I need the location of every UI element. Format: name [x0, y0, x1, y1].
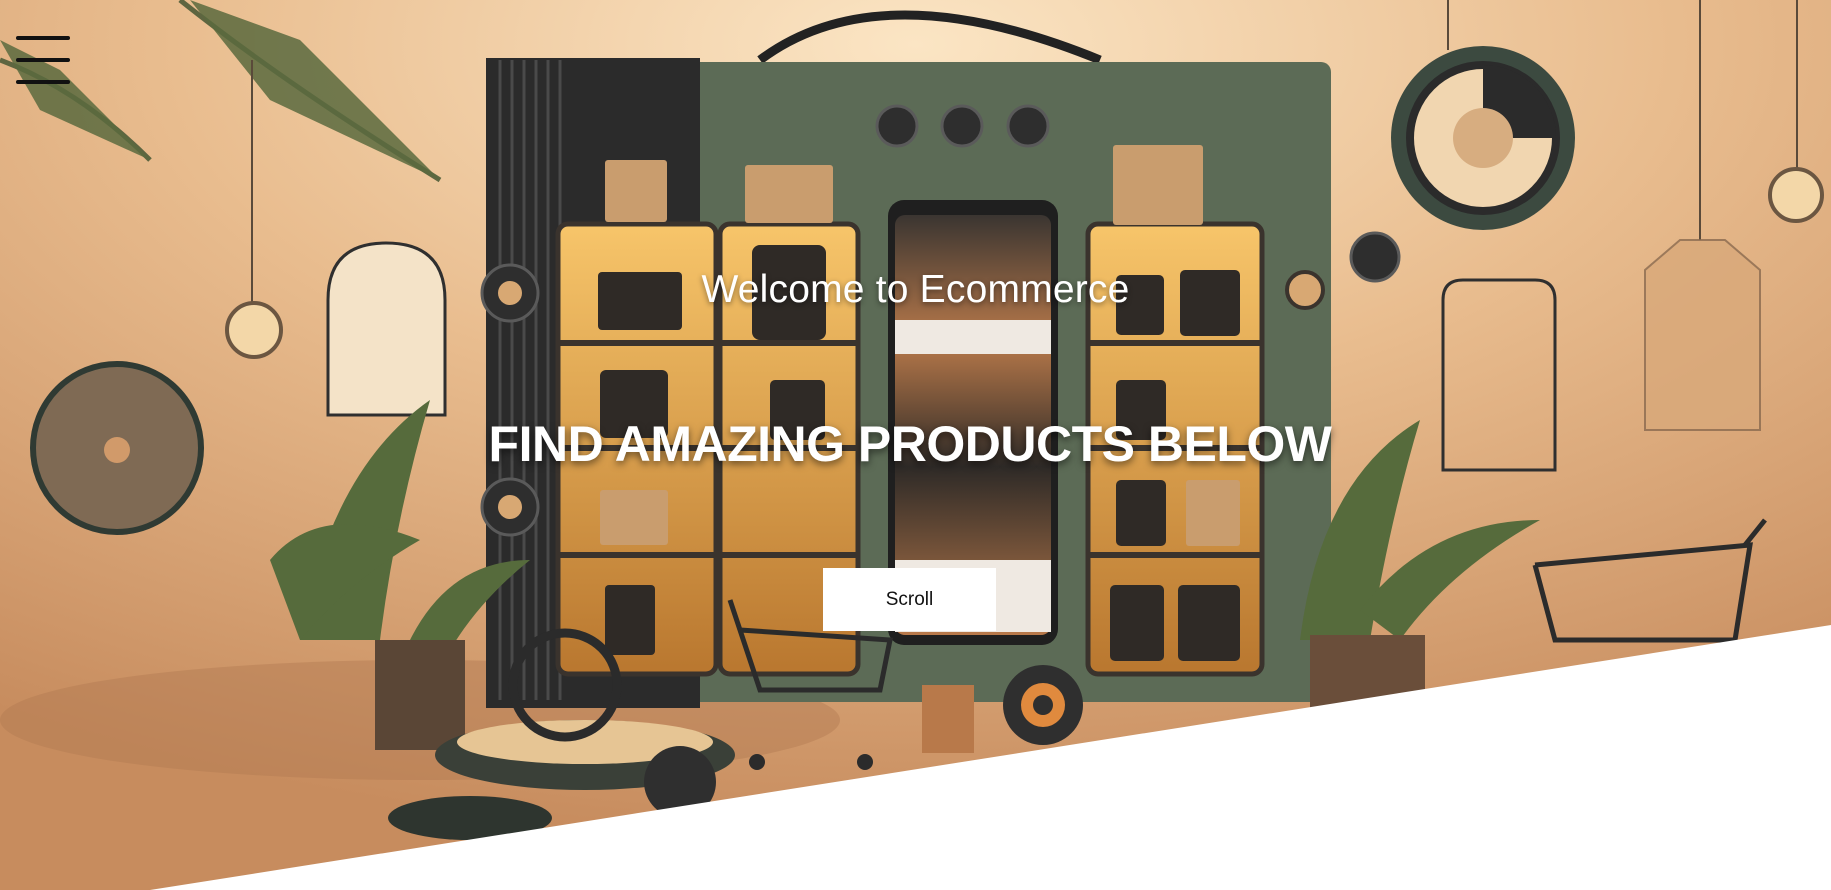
- menu-bar-middle: [16, 58, 70, 62]
- hamburger-menu-icon[interactable]: [16, 34, 72, 86]
- scroll-button[interactable]: Scroll: [823, 568, 996, 631]
- hero-tagline: FIND AMAZING PRODUCTS BELOW: [488, 416, 1332, 472]
- hero-section: Welcome to Ecommerce FIND AMAZING PRODUC…: [0, 0, 1831, 890]
- hero-welcome-heading: Welcome to Ecommerce: [701, 268, 1130, 311]
- menu-bar-top: [16, 36, 70, 40]
- menu-bar-bottom: [16, 80, 70, 84]
